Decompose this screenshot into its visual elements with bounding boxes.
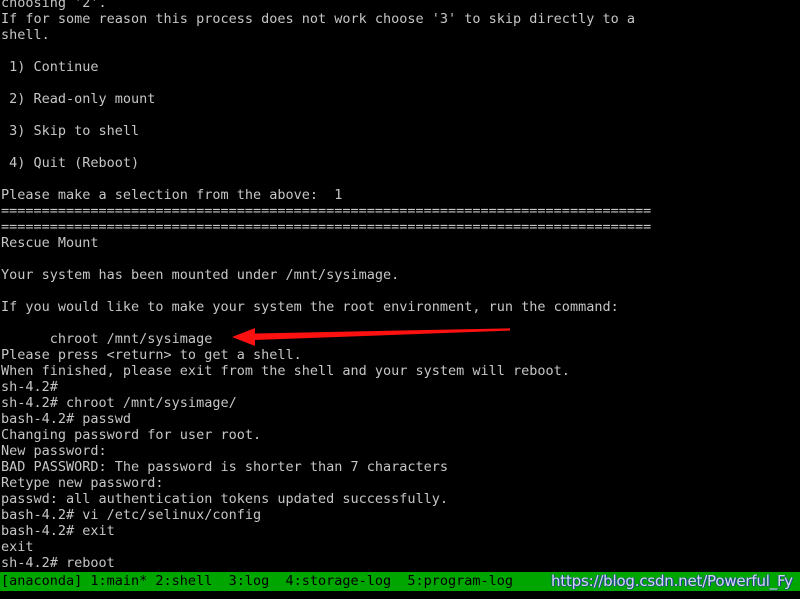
console-line: New password:: [1, 443, 107, 459]
chroot-command-hint: chroot /mnt/sysimage: [1, 331, 213, 347]
console-line: When finished, please exit from the shel…: [1, 363, 570, 379]
bad-password-warning: BAD PASSWORD: The password is shorter th…: [1, 459, 449, 475]
section-title-rescue-mount: Rescue Mount: [1, 235, 99, 251]
menu-option-quit-reboot[interactable]: 4) Quit (Reboot): [0, 155, 800, 171]
status-bar-text[interactable]: [anaconda] 1:main* 2:shell 3:log 4:stora…: [1, 572, 513, 591]
console-line: Changing password for user root.: [1, 427, 262, 443]
shell-command-line: sh-4.2# chroot /mnt/sysimage/: [1, 395, 237, 411]
menu-option-skip-to-shell[interactable]: 3) Skip to shell: [0, 123, 800, 139]
selection-prompt[interactable]: Please make a selection from the above: …: [0, 187, 800, 203]
bottom-filler: [0, 591, 800, 599]
console-line: Please press <return> to get a shell.: [1, 347, 302, 363]
shell-command-line: sh-4.2# reboot: [1, 555, 115, 571]
console-line: Retype new password:: [1, 475, 164, 491]
menu-option-continue[interactable]: 1) Continue: [0, 59, 800, 75]
menu-option-read-only-mount[interactable]: 2) Read-only mount: [0, 91, 800, 107]
shell-command-line: bash-4.2# exit: [1, 523, 115, 539]
terminal-screen: choosing '2'. If for some reason this pr…: [0, 0, 800, 599]
console-line: If you would like to make your system th…: [1, 299, 619, 315]
console-line: exit: [1, 539, 34, 555]
anaconda-status-bar[interactable]: [anaconda] 1:main* 2:shell 3:log 4:stora…: [0, 572, 800, 591]
console-line: If for some reason this process does not…: [1, 11, 635, 27]
console-output[interactable]: choosing '2'. If for some reason this pr…: [0, 0, 800, 571]
shell-prompt-line[interactable]: sh-4.2#: [0, 379, 800, 395]
separator-rule: ========================================…: [1, 203, 652, 219]
console-line: choosing '2'.: [1, 0, 107, 11]
shell-command-line: bash-4.2# vi /etc/selinux/config: [1, 507, 262, 523]
console-line: shell.: [1, 27, 50, 43]
shell-command-line: bash-4.2# passwd: [1, 411, 132, 427]
console-line: passwd: all authentication tokens update…: [1, 491, 449, 507]
console-line: Your system has been mounted under /mnt/…: [1, 267, 400, 283]
separator-rule: ========================================…: [1, 219, 652, 235]
